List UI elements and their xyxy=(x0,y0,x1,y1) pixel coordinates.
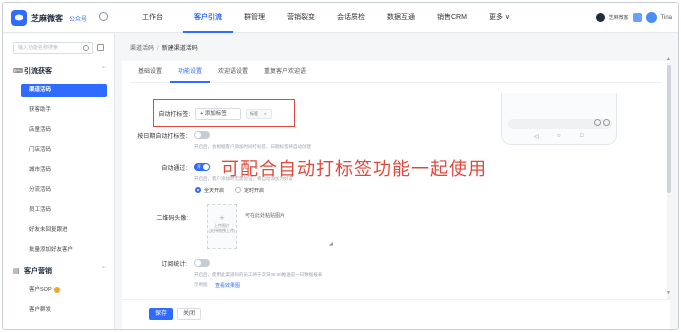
nav-sales-crm[interactable]: 销售CRM xyxy=(426,3,478,33)
plus-circle-icon xyxy=(603,119,610,126)
add-tag-button[interactable]: + 添加标签 xyxy=(195,108,241,120)
qr-avatar-label: 二维码头像: xyxy=(156,216,188,222)
clock-icon[interactable] xyxy=(99,12,108,21)
recent-nav-icon: □ xyxy=(580,133,584,139)
view-example-link[interactable]: 查看效果图 xyxy=(215,282,240,289)
sidebar-item-store-staff-qrcode[interactable]: 店童活码 xyxy=(21,124,107,137)
nav-marketing[interactable]: 营销裂变 xyxy=(276,3,326,33)
auto-pass-label: 自动通过: xyxy=(161,166,187,172)
image-upload-area[interactable]: + 上传图片 (支持拖拽上传) xyxy=(207,204,237,249)
sidebar: 输入功能名称搜索 ⌨引流获客 ⌃ 渠道活码 获客助手 店童活码 门店活码 城市活… xyxy=(3,34,115,329)
back-nav-icon: ◁ xyxy=(534,134,539,140)
sidebar-item-acquisition-assistant[interactable]: 获客助手 xyxy=(21,104,107,117)
auto-tag-hint: 开启后，会根据客户添加时间打标签，日期标签将自动创建 xyxy=(194,144,311,149)
org-name: 芝麻微客 xyxy=(608,15,629,21)
tag-chip: 标签 × xyxy=(246,109,272,119)
scroll-up-icon[interactable]: ▲ xyxy=(666,56,671,62)
daily-stats-hint: 开启后，使用此渠道码的员工将于次日09:00推送前一日数据报表 xyxy=(194,272,323,277)
sidebar-item-customer-sop[interactable]: 客户SOP xyxy=(21,284,107,297)
paste-hint: 可在此处粘贴图片 xyxy=(245,213,286,219)
breadcrumb-current: 新建渠道活码 xyxy=(161,46,198,52)
sidebar-item-staff-qrcode[interactable]: 员工活码 xyxy=(21,204,107,217)
breadcrumb-separator: / xyxy=(157,46,159,52)
search-icon[interactable] xyxy=(83,45,89,51)
org-icon xyxy=(595,13,605,22)
scrollbar-thumb[interactable] xyxy=(667,65,671,193)
chevron-up-icon[interactable]: ⌃ xyxy=(101,266,106,273)
official-account-link[interactable]: 公众号 xyxy=(69,14,87,23)
annotation-overlay: 可配合自动打标签功能一起使用 xyxy=(221,159,487,180)
nav-more[interactable]: 更多 ∨ xyxy=(478,3,521,33)
hot-badge-icon xyxy=(53,286,60,293)
nav-workbench[interactable]: 工作台 xyxy=(131,3,183,33)
sidebar-item-shunt-qrcode[interactable]: 分流活码 xyxy=(21,184,107,197)
brand-name: 芝麻微客 xyxy=(31,14,63,23)
breadcrumb-parent[interactable]: 渠道活码 xyxy=(130,46,154,52)
phone-preview: ◁ ○ □ xyxy=(501,93,617,145)
home-nav-icon: ○ xyxy=(557,133,561,139)
smile-icon xyxy=(594,119,601,126)
radio-scheduled[interactable] xyxy=(235,187,241,193)
chevron-up-icon[interactable]: ⌃ xyxy=(101,66,106,73)
sidebar-item-friend-followup[interactable]: 好友未回复跟进 xyxy=(21,224,107,237)
verified-badge-icon xyxy=(632,13,642,22)
tab-welcome-settings[interactable]: 欢迎语设置 xyxy=(210,61,256,83)
radio-scheduled-label[interactable]: 定时开启 xyxy=(244,187,264,194)
toggle-on-text: 开 xyxy=(197,164,201,169)
sidebar-item-batch-add-friends[interactable]: 批量添加好友客户 xyxy=(21,244,107,257)
user-name[interactable]: Tina xyxy=(661,15,672,21)
sidebar-item-channel-qrcode[interactable]: 渠道活码 xyxy=(21,84,107,97)
main-nav: 工作台 客户引流 群管理 营销裂变 会话质检 数据互通 销售CRM 更多 ∨ xyxy=(131,3,521,33)
avatar[interactable] xyxy=(645,12,657,23)
search-input[interactable]: 输入功能名称搜索 xyxy=(13,42,93,54)
settings-tabs: 基础设置 功能设置 欢迎语设置 重复客户欢迎语 xyxy=(130,61,662,83)
auto-tag-on-add-label: 按日期自动打标签: xyxy=(137,134,187,140)
sidebar-group-acquisition[interactable]: ⌨引流获客 xyxy=(13,66,52,76)
nav-customer-acquisition[interactable]: 客户引流 xyxy=(183,3,233,33)
example-label: 示例图 xyxy=(194,282,208,287)
app-window: 芝麻微客 公众号 工作台 客户引流 群管理 营销裂变 会话质检 数据互通 销售C… xyxy=(2,2,679,330)
nav-session-inspection[interactable]: 会话质检 xyxy=(326,3,376,33)
radio-all-day[interactable] xyxy=(195,187,201,193)
tab-basic-settings[interactable]: 基础设置 xyxy=(130,61,170,83)
search-placeholder: 输入功能名称搜索 xyxy=(18,45,59,51)
resize-handle-icon[interactable]: ◢ xyxy=(329,241,333,247)
upload-drag-text: (支持拖拽上传) xyxy=(208,228,236,233)
tag-remove-icon[interactable]: × xyxy=(264,111,266,116)
nav-group-management[interactable]: 群管理 xyxy=(233,3,276,33)
save-button[interactable]: 保存 xyxy=(149,308,173,320)
nav-data-sync[interactable]: 数据互通 xyxy=(376,3,426,33)
marketing-icon: ▤ xyxy=(13,268,20,275)
collapse-sidebar-icon[interactable] xyxy=(97,44,104,51)
radio-all-day-label[interactable]: 全天开启 xyxy=(204,187,224,194)
auto-tag-label: 自动打标签: xyxy=(158,112,190,118)
breadcrumb: 渠道活码 / 新建渠道活码 xyxy=(130,43,198,52)
tab-repeat-welcome[interactable]: 重复客户欢迎语 xyxy=(256,61,314,83)
brand-logo-icon xyxy=(11,10,27,26)
close-button[interactable]: 关闭 xyxy=(177,308,201,320)
daily-stats-label: 订阅统计: xyxy=(161,262,187,268)
sidebar-item-city-qrcode[interactable]: 城市活码 xyxy=(21,164,107,177)
form-footer: 保存 关闭 xyxy=(122,299,670,329)
acquisition-icon: ⌨ xyxy=(13,68,24,75)
sidebar-item-store-qrcode[interactable]: 门店活码 xyxy=(21,144,107,157)
plus-icon: + xyxy=(219,213,225,223)
sidebar-group-customer-marketing[interactable]: ▤ 客户营销 xyxy=(13,266,52,276)
daily-stats-toggle[interactable] xyxy=(194,259,210,267)
top-navigation-bar: 芝麻微客 公众号 工作台 客户引流 群管理 营销裂变 会话质检 数据互通 销售C… xyxy=(3,3,678,33)
auto-tag-on-add-toggle[interactable] xyxy=(194,131,210,139)
tab-function-settings[interactable]: 功能设置 xyxy=(170,61,211,83)
user-area[interactable]: 芝麻微客 Tina xyxy=(595,12,672,23)
sidebar-item-customer-broadcast[interactable]: 客户群发 xyxy=(21,304,107,317)
scroll-down-icon[interactable]: ▼ xyxy=(666,290,671,296)
